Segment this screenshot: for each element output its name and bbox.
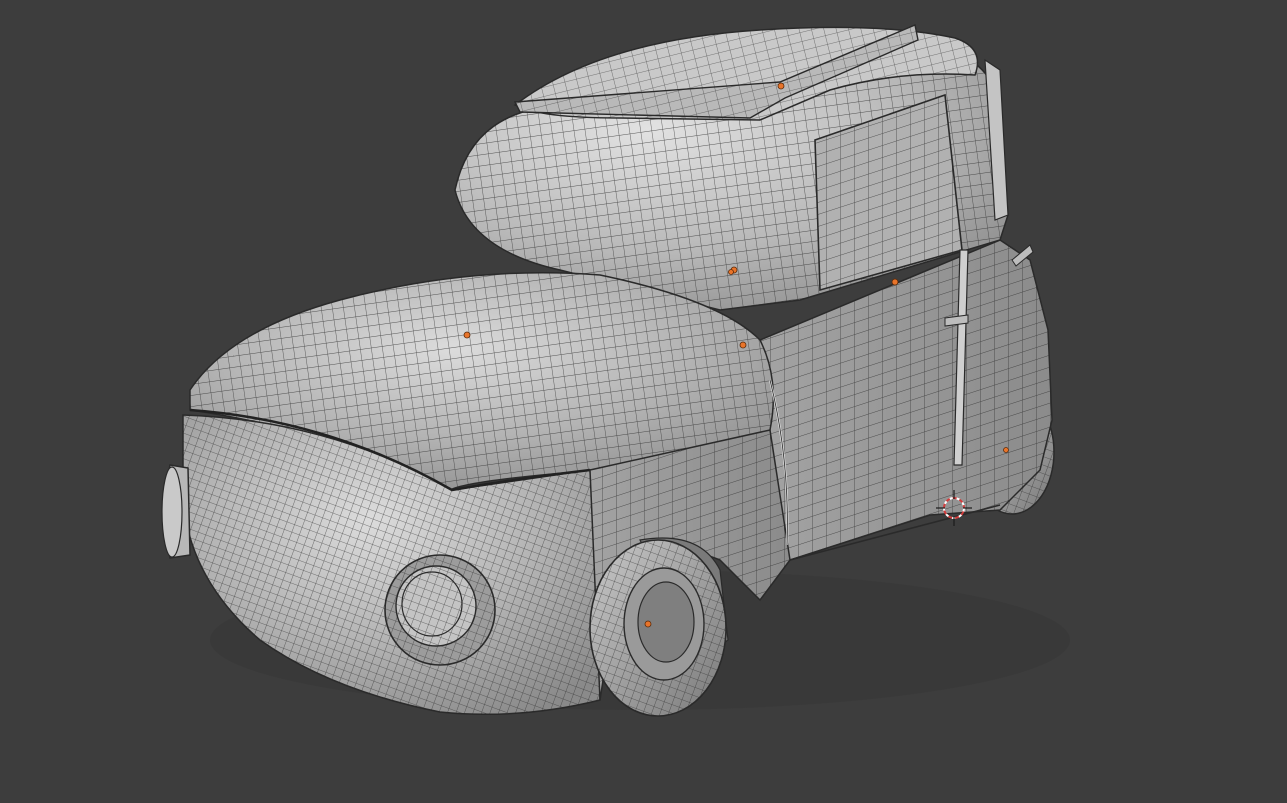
- headlight[interactable]: [384, 554, 496, 666]
- 3d-viewport[interactable]: [0, 0, 1287, 803]
- front-wheel[interactable]: [589, 537, 729, 717]
- front-bumper-nub[interactable]: [161, 464, 191, 559]
- viewport-canvas[interactable]: [0, 0, 1287, 803]
